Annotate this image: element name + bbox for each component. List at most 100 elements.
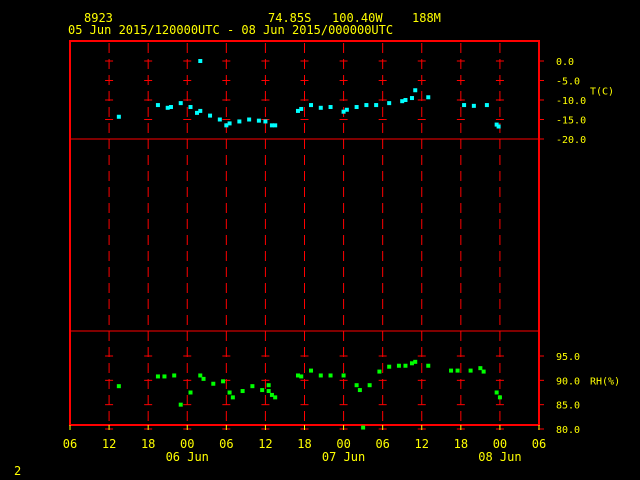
day-label: 07 Jun bbox=[322, 450, 365, 464]
x-tick-label: 12 bbox=[102, 437, 116, 451]
x-tick-label: 06 bbox=[219, 437, 233, 451]
y-tick-label: -15.0 bbox=[556, 116, 586, 127]
day-label: 08 Jun bbox=[478, 450, 521, 464]
x-tick-label: 00 bbox=[336, 437, 350, 451]
temperature-point bbox=[413, 88, 418, 93]
temperature-point bbox=[155, 103, 160, 108]
temperature-point bbox=[409, 96, 414, 101]
relative-humidity-point bbox=[178, 402, 183, 407]
relative-humidity-point bbox=[211, 381, 216, 386]
temperature-point bbox=[374, 103, 379, 108]
relative-humidity-point bbox=[367, 383, 372, 388]
relative-humidity-point bbox=[230, 395, 235, 400]
y-tick-label: -10.0 bbox=[556, 96, 586, 107]
y-tick-label: 80.0 bbox=[556, 425, 580, 436]
y-tick-label: -20.0 bbox=[556, 135, 586, 146]
temperature-point bbox=[328, 105, 333, 110]
x-tick-label: 12 bbox=[415, 437, 429, 451]
relative-humidity-point bbox=[341, 373, 346, 378]
y-axis-label: RH(%) bbox=[590, 376, 620, 387]
temperature-point bbox=[387, 101, 392, 106]
temperature-point bbox=[198, 59, 203, 63]
x-tick-label: 00 bbox=[180, 437, 194, 451]
temperature-point bbox=[471, 103, 476, 108]
temperature-point bbox=[247, 117, 252, 122]
x-tick-label: 06 bbox=[63, 437, 77, 451]
x-tick-label: 18 bbox=[141, 437, 155, 451]
relative-humidity-point bbox=[250, 384, 255, 389]
relative-humidity-point bbox=[426, 363, 431, 368]
relative-humidity-point bbox=[155, 374, 160, 379]
relative-humidity-point bbox=[494, 390, 499, 395]
relative-humidity-point bbox=[266, 383, 271, 388]
y-tick-label: 85.0 bbox=[556, 401, 580, 412]
y-axis-label: T(C) bbox=[590, 86, 614, 97]
temperature-point bbox=[116, 114, 121, 119]
temperature-point bbox=[344, 107, 349, 112]
relative-humidity-point bbox=[221, 379, 226, 384]
temperature-point bbox=[188, 105, 193, 110]
page-number: 2 bbox=[14, 464, 22, 478]
relative-humidity-point bbox=[240, 389, 245, 394]
temperature-point bbox=[263, 119, 268, 124]
temperature-point bbox=[309, 103, 314, 108]
temperature-point bbox=[299, 106, 304, 111]
y-tick-label: 0.0 bbox=[556, 57, 574, 68]
relative-humidity-point bbox=[172, 373, 177, 378]
temperature-point bbox=[208, 113, 213, 118]
relative-humidity-point bbox=[481, 369, 486, 374]
temperature-point bbox=[178, 101, 183, 106]
temperature-point bbox=[273, 123, 278, 128]
relative-humidity-point bbox=[318, 373, 323, 378]
relative-humidity-point bbox=[201, 376, 206, 381]
relative-humidity-point bbox=[299, 374, 304, 379]
relative-humidity-point bbox=[198, 373, 203, 378]
y-tick-label: 95.0 bbox=[556, 352, 580, 363]
x-tick-label: 18 bbox=[297, 437, 311, 451]
relative-humidity-point bbox=[116, 384, 121, 389]
relative-humidity-point bbox=[403, 363, 408, 368]
relative-humidity-point bbox=[361, 425, 366, 430]
temperature-point bbox=[354, 105, 359, 110]
temperature-point bbox=[198, 108, 203, 113]
relative-humidity-point bbox=[162, 374, 167, 379]
relative-humidity-point bbox=[354, 383, 359, 388]
y-tick-label: -5.0 bbox=[556, 77, 580, 88]
temperature-point bbox=[217, 117, 222, 122]
relative-humidity-point bbox=[449, 368, 454, 373]
temperature-point bbox=[227, 121, 232, 126]
relative-humidity-point bbox=[478, 366, 483, 371]
temperature-point bbox=[462, 103, 467, 108]
relative-humidity-point bbox=[357, 388, 362, 393]
relative-humidity-point bbox=[387, 364, 392, 369]
temperature-point bbox=[318, 105, 323, 110]
relative-humidity-point bbox=[260, 388, 265, 393]
day-label: 06 Jun bbox=[166, 450, 209, 464]
temperature-point bbox=[168, 105, 173, 110]
temperature-point bbox=[403, 98, 408, 102]
relative-humidity-point bbox=[468, 368, 473, 373]
temperature-point bbox=[237, 119, 242, 124]
relative-humidity-point bbox=[266, 389, 271, 394]
relative-humidity-point bbox=[309, 368, 314, 373]
relative-humidity-point bbox=[497, 395, 502, 400]
relative-humidity-point bbox=[455, 368, 460, 373]
x-tick-label: 18 bbox=[454, 437, 468, 451]
temperature-point bbox=[484, 103, 489, 108]
relative-humidity-point bbox=[377, 369, 382, 374]
relative-humidity-point bbox=[413, 359, 418, 364]
y-tick-label: 90.0 bbox=[556, 376, 580, 387]
relative-humidity-point bbox=[273, 395, 278, 400]
relative-humidity-point bbox=[188, 390, 193, 395]
temperature-point bbox=[364, 103, 369, 108]
x-tick-label: 12 bbox=[258, 437, 272, 451]
x-tick-label: 06 bbox=[532, 437, 546, 451]
relative-humidity-point bbox=[227, 390, 232, 395]
temperature-point bbox=[426, 95, 431, 100]
meteogram-chart: 0.0 -5.0 -10.0 -15.0 -20.0 T(C) 95.0 90.0 85.0 80… bbox=[63, 40, 620, 464]
relative-humidity-point bbox=[396, 363, 401, 368]
x-tick-label: 06 bbox=[375, 437, 389, 451]
x-tick-label: 00 bbox=[493, 437, 507, 451]
temperature-point bbox=[496, 124, 501, 129]
relative-humidity-point bbox=[328, 373, 333, 378]
